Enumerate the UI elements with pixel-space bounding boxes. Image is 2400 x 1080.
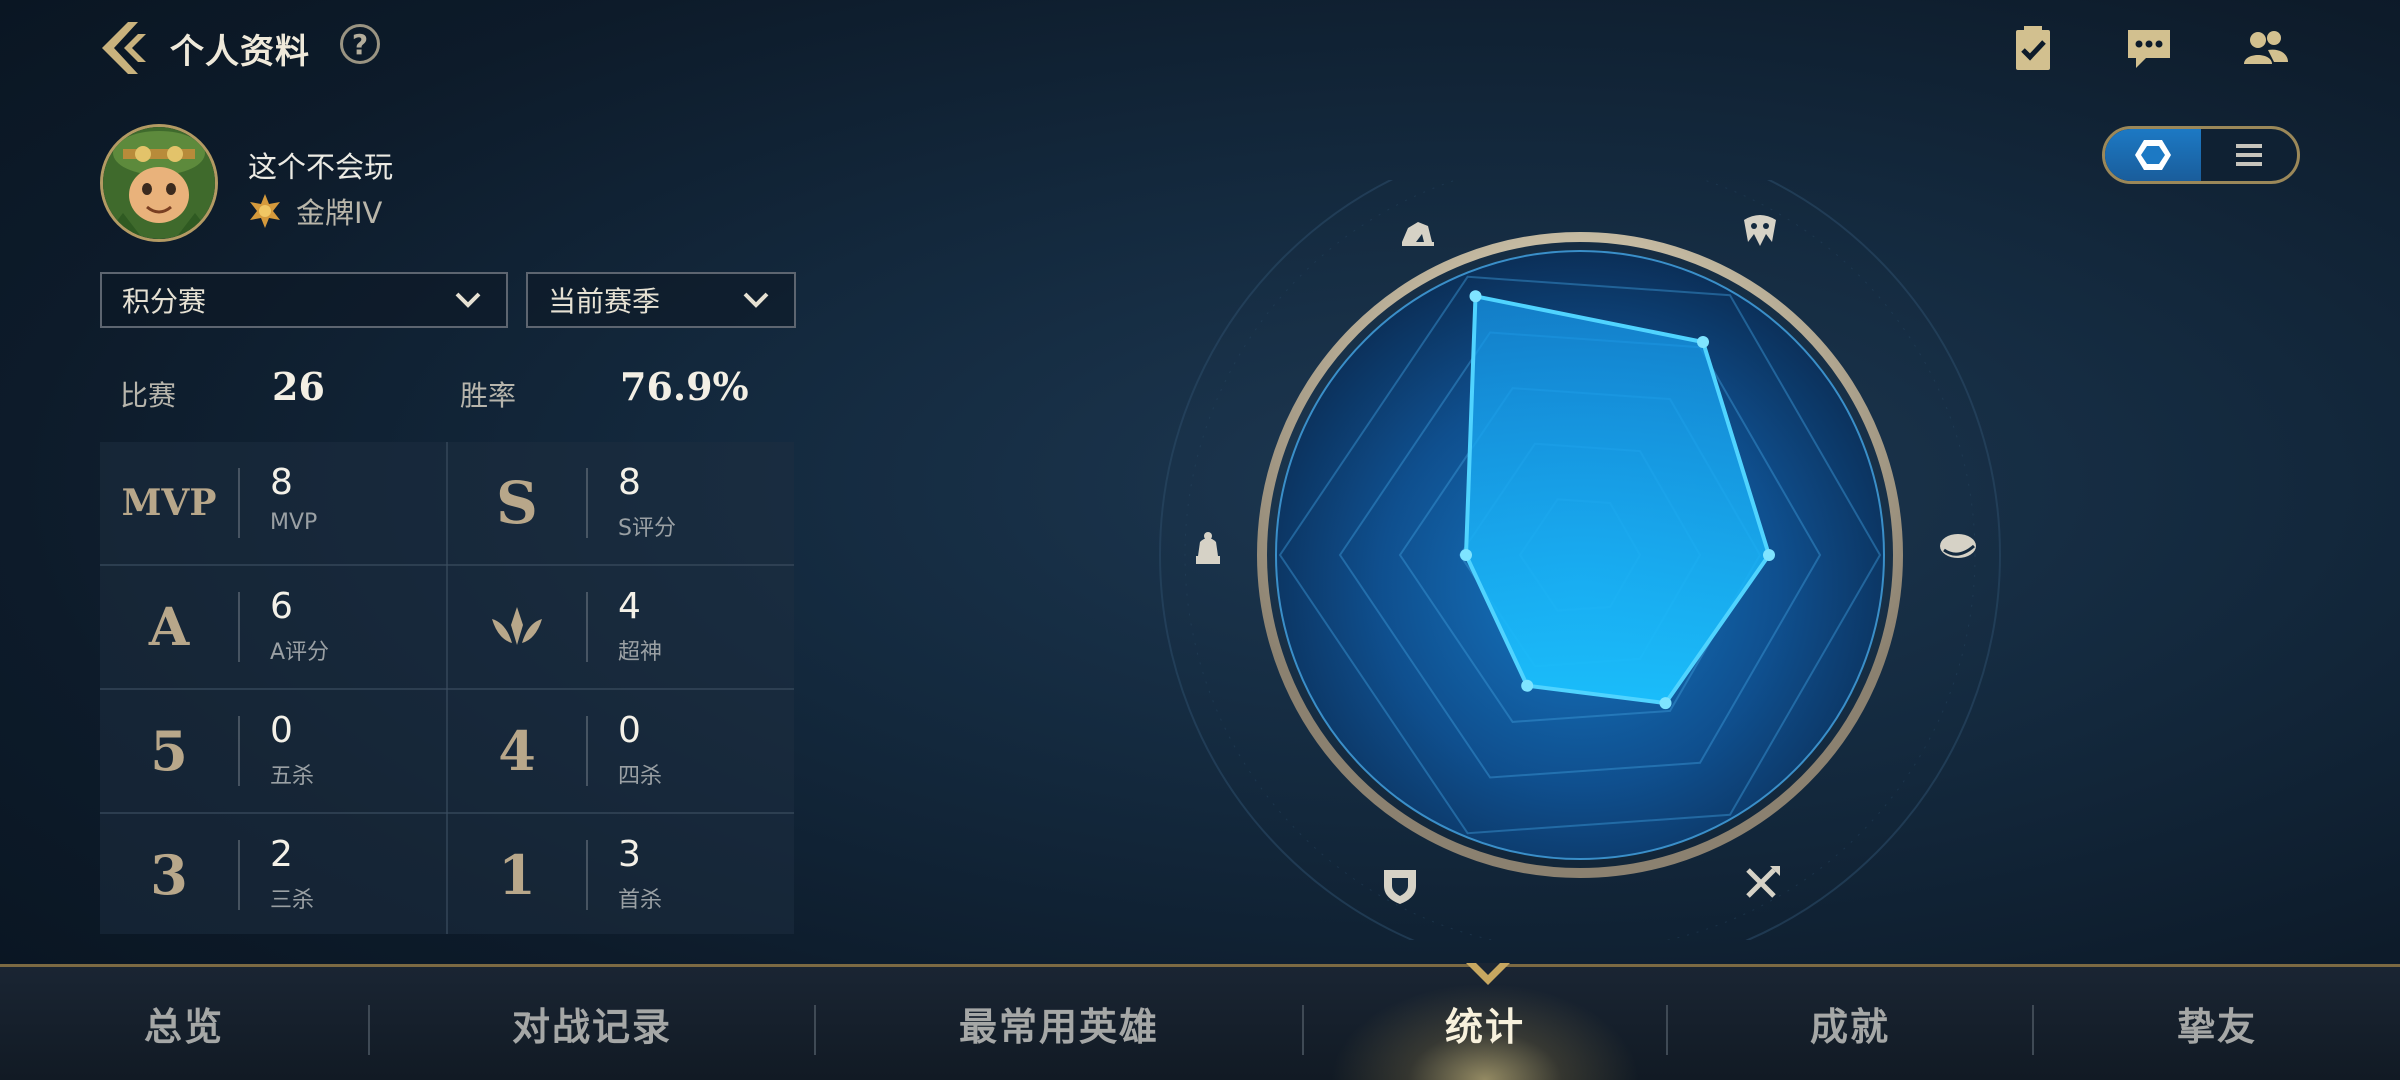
stat-s-rating: S 8 S评分 xyxy=(448,442,794,564)
chat-bubble-icon xyxy=(2128,30,2170,68)
stat-a-rating: A 6 A评分 xyxy=(100,566,446,688)
stat-mvp: MVP 8 MVP xyxy=(100,442,446,564)
stat-value: 8 xyxy=(618,462,641,503)
avatar[interactable] xyxy=(100,124,218,242)
hexagon-icon xyxy=(2135,140,2171,170)
help-button[interactable]: ? xyxy=(340,24,380,64)
tab-overview[interactable]: 总览 xyxy=(0,967,368,1080)
stat-label: 超神 xyxy=(618,640,663,665)
first-blood-icon: 1 xyxy=(498,843,536,907)
stat-triple-kill: 3 2 三杀 xyxy=(100,814,446,936)
page-title: 个人资料 xyxy=(170,32,310,72)
stat-quadra-kill: 4 0 四杀 xyxy=(448,690,794,812)
stat-label: 三杀 xyxy=(270,888,315,913)
marksman-icon xyxy=(1746,866,1780,898)
view-toggle[interactable] xyxy=(2102,126,2300,184)
mode-dropdown-value: 积分赛 xyxy=(122,285,207,318)
chat-button[interactable] xyxy=(2124,24,2174,72)
stat-legendary: 4 超神 xyxy=(448,566,794,688)
assassin-icon xyxy=(1744,215,1776,246)
stat-penta-kill: 5 0 五杀 xyxy=(100,690,446,812)
friends-button[interactable] xyxy=(2240,24,2290,72)
mage-icon xyxy=(1196,532,1220,564)
stat-value: 6 xyxy=(270,586,293,627)
friends-icon xyxy=(2244,31,2288,64)
matches-label: 比赛 xyxy=(120,379,177,412)
tank-helmet-icon xyxy=(1940,534,1976,558)
tab-most-used-heroes[interactable]: 最常用英雄 xyxy=(816,967,1302,1080)
stat-label: 首杀 xyxy=(618,888,663,913)
radar-point-mage xyxy=(1460,549,1472,561)
support-shield-icon xyxy=(1384,870,1416,904)
quadra-kill-icon: 4 xyxy=(498,719,536,783)
season-dropdown-value: 当前赛季 xyxy=(548,285,661,318)
a-rating-icon: A xyxy=(148,596,190,658)
winrate-value: 76.9% xyxy=(620,364,749,409)
hero-portrait-icon xyxy=(103,127,215,239)
stat-first-blood: 1 3 首杀 xyxy=(448,814,794,936)
stats-grid: MVP 8 MVP S 8 S评分 A 6 A评分 4 超神 5 0 五杀 4 … xyxy=(100,442,794,934)
penta-kill-icon: 5 xyxy=(150,719,188,783)
stat-value: 4 xyxy=(618,586,641,627)
stat-label: 五杀 xyxy=(270,764,315,789)
mode-dropdown[interactable]: 积分赛 xyxy=(100,272,508,328)
gold-rank-icon xyxy=(250,194,280,228)
radar-point-assassin xyxy=(1697,336,1709,348)
stat-value: 0 xyxy=(618,710,641,751)
task-clipboard-button[interactable] xyxy=(2008,24,2058,72)
winrate-label: 胜率 xyxy=(460,379,517,412)
chevron-down-icon xyxy=(455,292,481,308)
stat-label: S评分 xyxy=(618,516,676,541)
stat-value: 0 xyxy=(270,710,293,751)
player-name: 这个不会玩 xyxy=(248,150,394,184)
tab-statistics[interactable]: 统计 xyxy=(1304,967,1666,1080)
fighter-icon xyxy=(1402,222,1434,246)
s-rating-icon: S xyxy=(496,469,538,537)
stat-value: 8 xyxy=(270,462,293,503)
stat-label: MVP xyxy=(270,510,318,535)
radar-point-fighter xyxy=(1469,290,1482,303)
tab-friends[interactable]: 挚友 xyxy=(2034,967,2400,1080)
rank-badge: 金牌IV xyxy=(246,190,382,232)
stat-label: A评分 xyxy=(270,640,330,665)
chevron-down-icon xyxy=(743,292,769,308)
bottom-nav: 总览 对战记录 最常用英雄 统计 成就 挚友 xyxy=(0,963,2400,1080)
list-view-button[interactable] xyxy=(2201,129,2297,181)
stat-value: 2 xyxy=(270,834,293,875)
radar-point-marksman xyxy=(1659,697,1672,710)
radar-point-tank-helmet xyxy=(1763,549,1775,561)
back-button[interactable] xyxy=(98,20,152,76)
list-icon xyxy=(2236,144,2262,166)
tab-match-history[interactable]: 对战记录 xyxy=(370,967,814,1080)
triple-kill-icon: 3 xyxy=(150,843,188,907)
ability-radar-chart xyxy=(1159,180,2001,940)
clipboard-check-icon xyxy=(2016,26,2050,70)
tab-achievements[interactable]: 成就 xyxy=(1668,967,2032,1080)
rank-label: 金牌IV xyxy=(296,196,383,230)
stat-value: 3 xyxy=(618,834,641,875)
radar-point-support-shield xyxy=(1521,679,1534,692)
stat-label: 四杀 xyxy=(618,764,663,789)
back-arrow-icon xyxy=(102,22,146,74)
season-dropdown[interactable]: 当前赛季 xyxy=(526,272,796,328)
legendary-icon xyxy=(448,566,586,688)
matches-value: 26 xyxy=(272,364,325,409)
radar-view-button[interactable] xyxy=(2105,129,2201,181)
mvp-icon: MVP xyxy=(121,482,217,524)
